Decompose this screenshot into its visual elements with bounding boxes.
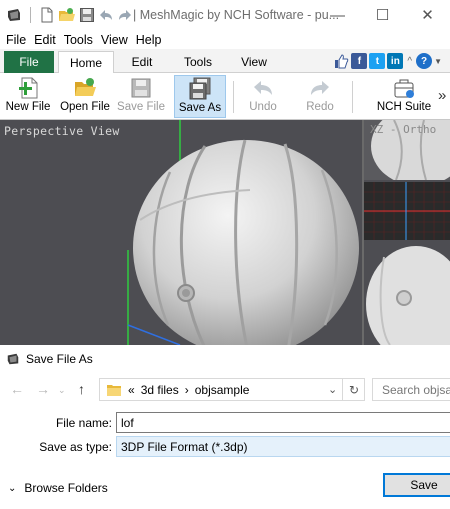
chevron-down-icon[interactable]: ▼ xyxy=(434,57,442,66)
file-name-label: File name: xyxy=(55,416,112,430)
caret-up-icon[interactable]: ^ xyxy=(407,56,412,67)
save-type-select[interactable]: 3DP File Format (*.3dp) xyxy=(116,436,450,457)
help-icon[interactable]: ? xyxy=(416,53,433,69)
toolbar-divider xyxy=(352,81,353,113)
save-file-button[interactable]: Save File xyxy=(116,75,166,118)
up-arrow-icon[interactable]: ↑ xyxy=(78,381,85,397)
redo-button[interactable]: Redo xyxy=(297,75,343,118)
nch-suite-button[interactable]: NCH Suite xyxy=(376,75,432,118)
thumbs-up-icon[interactable] xyxy=(333,53,349,69)
browse-folders-label: Browse Folders xyxy=(24,481,108,495)
title-bar: | MeshMagic by NCH Software - pu... — ☐ … xyxy=(0,0,450,30)
breadcrumb-item[interactable]: objsample xyxy=(195,383,250,397)
menu-help[interactable]: Help xyxy=(134,33,168,47)
dialog-title-bar: Save File As xyxy=(0,345,450,373)
title-separator xyxy=(30,7,31,23)
breadcrumb-overflow[interactable]: « xyxy=(128,383,135,397)
perspective-viewport[interactable]: Perspective View XZ - Ortho xyxy=(0,120,450,345)
ortho-grid-view[interactable] xyxy=(364,182,450,240)
save-as-icon xyxy=(189,77,211,100)
refresh-icon: ↻ xyxy=(348,382,360,397)
tab-file[interactable]: File xyxy=(4,51,54,73)
linkedin-icon[interactable]: in xyxy=(387,53,404,69)
save-icon xyxy=(131,78,151,98)
app-window: | MeshMagic by NCH Software - pu... — ☐ … xyxy=(0,0,450,509)
minimize-button[interactable]: — xyxy=(315,0,360,30)
breadcrumb-item[interactable]: 3d files xyxy=(141,383,179,397)
menu-view[interactable]: View xyxy=(99,33,134,47)
menu-bar: File Edit Tools View Help xyxy=(0,30,450,49)
save-as-label: Save As xyxy=(178,102,222,114)
open-folder-icon xyxy=(75,78,96,96)
undo-icon xyxy=(254,81,272,95)
new-file-icon[interactable] xyxy=(39,7,55,23)
ribbon-toolbar: New File Open File Save File Save As Und… xyxy=(0,73,450,120)
ortho-view-label: XZ - Ortho xyxy=(370,123,437,136)
open-file-label: Open File xyxy=(60,101,110,113)
redo-label: Redo xyxy=(306,101,334,113)
save-type-label: Save as type: xyxy=(39,440,112,454)
recent-dropdown-icon[interactable]: ⌄ xyxy=(58,385,66,396)
open-folder-icon[interactable] xyxy=(58,7,76,23)
back-arrow-icon[interactable]: ← xyxy=(10,381,24,397)
address-dropdown-icon[interactable]: ⌄ xyxy=(328,383,337,396)
facebook-icon[interactable]: f xyxy=(351,53,368,69)
maximize-button[interactable]: ☐ xyxy=(360,0,405,30)
dialog-title: Save File As xyxy=(26,352,93,366)
file-name-field[interactable]: lof xyxy=(116,412,450,433)
ortho-panels: XZ - Ortho xyxy=(362,120,450,345)
browse-folders-toggle[interactable]: ⌄ Browse Folders xyxy=(8,481,108,495)
save-icon[interactable] xyxy=(79,7,95,23)
new-file-label: New File xyxy=(5,101,51,113)
grid-preview xyxy=(364,182,450,240)
refresh-button[interactable]: ↻ xyxy=(342,378,365,401)
twitter-icon[interactable]: t xyxy=(369,53,386,69)
dialog-nav-bar: ← → ⌄ ↑ « 3d files › objsample ⌄ ↻ Searc… xyxy=(0,375,450,403)
tab-tools[interactable]: Tools xyxy=(170,51,226,73)
tab-home[interactable]: Home xyxy=(58,51,114,74)
ortho-view-top[interactable]: XZ - Ortho xyxy=(364,120,450,180)
save-file-dialog: Save File As ← → ⌄ ↑ « 3d files › objsam… xyxy=(0,345,450,509)
viewport-label: Perspective View xyxy=(4,124,120,138)
save-as-button[interactable]: Save As xyxy=(174,75,226,118)
undo-label: Undo xyxy=(249,101,277,113)
save-type-row: Save as type: 3DP File Format (*.3dp) xyxy=(0,436,450,458)
menu-file[interactable]: File xyxy=(4,33,32,47)
more-chevron-icon[interactable]: » xyxy=(438,87,446,104)
ribbon-tabs: File Home Edit Tools View f t in ^ ? ▼ xyxy=(0,49,450,74)
breadcrumb-separator: › xyxy=(184,382,189,397)
redo-icon[interactable] xyxy=(117,7,133,23)
app-logo-icon xyxy=(7,353,19,365)
toolbar-divider xyxy=(233,81,234,113)
nch-suite-label: NCH Suite xyxy=(376,101,432,113)
save-button[interactable]: Save xyxy=(383,473,450,497)
tab-edit[interactable]: Edit xyxy=(114,51,170,73)
new-file-button[interactable]: New File xyxy=(4,75,52,118)
close-button[interactable]: ✕ xyxy=(405,0,450,30)
save-file-label: Save File xyxy=(117,101,165,113)
undo-icon[interactable] xyxy=(98,7,114,23)
search-input[interactable]: Search objsample xyxy=(372,378,450,401)
pumpkin-model xyxy=(127,120,359,345)
window-title: | MeshMagic by NCH Software - pu... xyxy=(133,8,340,22)
chevron-down-icon: ⌄ xyxy=(8,482,17,494)
address-bar[interactable]: « 3d files › objsample ⌄ xyxy=(99,378,365,401)
open-file-button[interactable]: Open File xyxy=(60,75,110,118)
redo-icon xyxy=(311,81,329,95)
ortho-view-bottom[interactable] xyxy=(364,242,450,345)
app-logo-icon xyxy=(8,9,20,21)
menu-tools[interactable]: Tools xyxy=(62,33,99,47)
tab-view[interactable]: View xyxy=(226,51,282,73)
forward-arrow-icon[interactable]: → xyxy=(36,381,50,397)
model-ortho-preview xyxy=(366,246,450,345)
nch-suite-icon xyxy=(394,79,414,98)
new-file-icon xyxy=(19,77,38,99)
undo-button[interactable]: Undo xyxy=(240,75,286,118)
file-name-row: File name: lof xyxy=(0,412,450,434)
menu-edit[interactable]: Edit xyxy=(32,33,62,47)
folder-icon xyxy=(107,384,121,396)
